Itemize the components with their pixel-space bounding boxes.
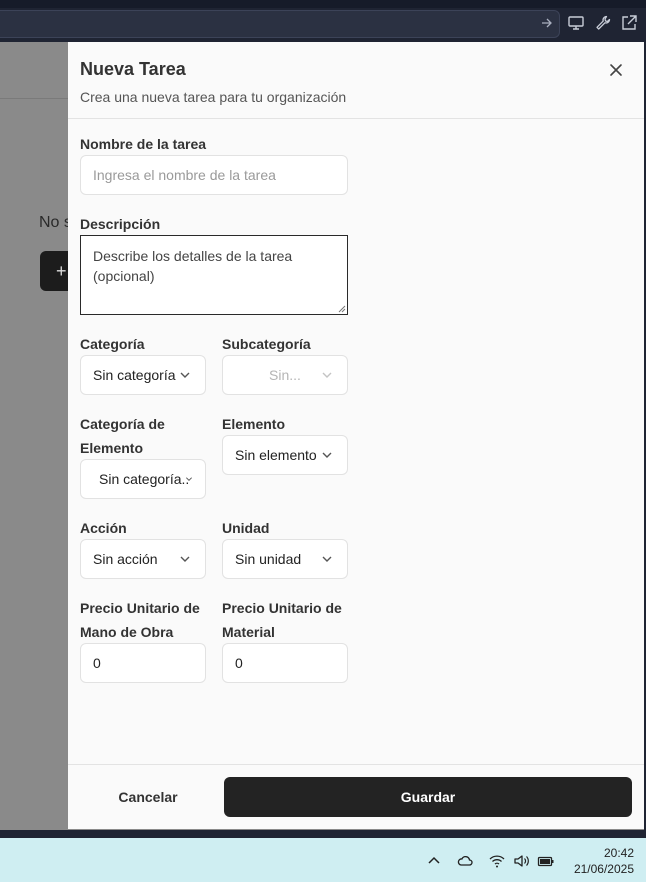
task-name-label: Nombre de la tarea (80, 136, 207, 152)
subcategory-value: Sin... (269, 367, 301, 383)
dialog-subtitle: Crea una nueva tarea para tu organizació… (80, 89, 347, 105)
action-select[interactable]: Sin acción (80, 539, 206, 579)
material-price-input[interactable]: 0 (222, 643, 348, 683)
element-category-label-1: Categoría de (80, 416, 165, 432)
description-placeholder: Describe los detalles de la tarea (opcio… (93, 248, 293, 284)
task-name-input[interactable]: Ingresa el nombre de la tarea (80, 155, 348, 195)
background-divider (0, 98, 68, 99)
chevron-down-icon (180, 372, 190, 378)
cloud-icon[interactable] (456, 852, 474, 870)
clock-date: 21/06/2025 (573, 862, 634, 876)
save-button[interactable]: Guardar (224, 777, 632, 817)
chevron-down-icon (186, 477, 192, 481)
subcategory-select[interactable]: Sin... (222, 355, 348, 395)
chevron-down-icon (322, 556, 332, 562)
system-clock[interactable]: 20:42 21/06/2025 (560, 845, 634, 877)
element-category-label-2: Elemento (80, 440, 144, 456)
wrench-icon[interactable] (594, 14, 612, 32)
close-icon[interactable] (606, 60, 626, 80)
browser-top-strip (0, 0, 646, 8)
resize-grip-icon[interactable] (338, 305, 346, 313)
element-category-select[interactable]: Sin categoría.. (80, 459, 206, 499)
labor-price-label-2: Mano de Obra (80, 624, 174, 640)
labor-price-input[interactable]: 0 (80, 643, 206, 683)
chevron-down-icon (322, 372, 332, 378)
description-label: Descripción (80, 216, 161, 232)
external-link-icon[interactable] (620, 14, 638, 32)
speaker-icon[interactable] (512, 852, 530, 870)
element-value: Sin elemento (235, 447, 317, 463)
material-price-label-1: Precio Unitario de (222, 600, 342, 616)
element-category-value: Sin categoría.. (99, 471, 190, 487)
background-empty-text: No s (39, 214, 72, 231)
dialog-title: Nueva Tarea (80, 59, 186, 79)
address-bar[interactable] (0, 10, 560, 38)
material-price-label-2: Material (222, 624, 275, 640)
chevron-down-icon (180, 556, 190, 562)
chevron-up-icon[interactable] (425, 852, 443, 870)
window-bottom-border (0, 830, 646, 838)
labor-price-label-1: Precio Unitario de (80, 600, 200, 616)
arrow-right-icon[interactable] (538, 14, 556, 32)
footer-divider (68, 764, 644, 765)
clock-time: 20:42 (603, 846, 634, 860)
unit-value: Sin unidad (235, 551, 302, 567)
wifi-icon[interactable] (488, 852, 506, 870)
category-label: Categoría (80, 336, 145, 352)
element-label: Elemento (222, 416, 286, 432)
action-label: Acción (80, 520, 127, 536)
action-value: Sin acción (93, 551, 158, 567)
monitor-icon[interactable] (567, 14, 585, 32)
description-textarea[interactable]: Describe los detalles de la tarea (opcio… (80, 235, 348, 315)
header-divider (68, 118, 644, 119)
unit-label: Unidad (222, 520, 270, 536)
category-select[interactable]: Sin categoría (80, 355, 206, 395)
category-value: Sin categoría (93, 367, 176, 383)
unit-select[interactable]: Sin unidad (222, 539, 348, 579)
battery-icon[interactable] (537, 852, 555, 870)
chevron-down-icon (322, 452, 332, 458)
subcategory-label: Subcategoría (222, 336, 311, 352)
element-select[interactable]: Sin elemento (222, 435, 348, 475)
cancel-button[interactable]: Cancelar (80, 777, 216, 817)
